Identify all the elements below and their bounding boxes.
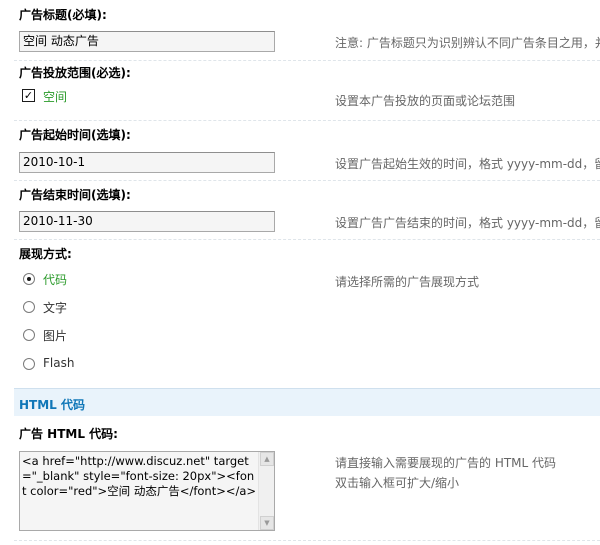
divider — [14, 60, 600, 61]
ad-title-input[interactable]: 空间 动态广告 — [19, 31, 275, 52]
ad-start-time-input[interactable]: 2010-10-1 — [19, 152, 275, 173]
display-mode-image-radio[interactable] — [23, 329, 35, 341]
html-code-hint-line1: 请直接输入需要展现的广告的 HTML 代码 — [335, 456, 557, 470]
ad-end-time-label: 广告结束时间(选填): — [19, 188, 131, 202]
divider — [14, 239, 600, 240]
html-code-value: <a href="http://www.discuz.net" target="… — [22, 454, 257, 498]
display-mode-text-radio[interactable] — [23, 301, 35, 313]
display-mode-code-label[interactable]: 代码 — [43, 271, 67, 288]
scope-space-label[interactable]: 空间 — [43, 88, 67, 105]
display-mode-code-radio[interactable] — [23, 273, 35, 285]
scroll-down-icon[interactable]: ▼ — [260, 516, 274, 530]
ad-end-time-hint: 设置广告广告结束的时间，格式 yyyy-mm-dd，留 — [335, 216, 600, 230]
divider — [14, 540, 600, 541]
display-mode-flash-label[interactable]: Flash — [43, 356, 74, 370]
html-code-textarea[interactable]: <a href="http://www.discuz.net" target="… — [19, 451, 275, 531]
ad-start-time-label: 广告起始时间(选填): — [19, 128, 131, 142]
ad-title-label: 广告标题(必填): — [19, 8, 107, 22]
divider — [14, 180, 600, 181]
html-code-label: 广告 HTML 代码: — [19, 427, 118, 441]
check-icon: ✓ — [23, 89, 34, 102]
html-section-header — [14, 388, 600, 416]
ad-start-time-hint: 设置广告起始生效的时间，格式 yyyy-mm-dd，留 — [335, 157, 600, 171]
display-mode-hint: 请选择所需的广告展现方式 — [335, 275, 480, 289]
ad-scope-label: 广告投放范围(必选): — [19, 66, 131, 80]
ad-scope-hint: 设置本广告投放的页面或论坛范围 — [335, 94, 516, 108]
display-mode-label: 展现方式: — [19, 247, 72, 261]
html-code-hint-line2: 双击输入框可扩大/缩小 — [335, 476, 460, 490]
ad-title-hint: 注意: 广告标题只为识别辨认不同广告条目之用，并 — [335, 36, 600, 50]
ad-end-time-input[interactable]: 2010-11-30 — [19, 211, 275, 232]
divider — [14, 120, 600, 121]
display-mode-flash-radio[interactable] — [23, 358, 35, 370]
scope-space-checkbox[interactable]: ✓ — [22, 89, 35, 102]
scroll-up-icon[interactable]: ▲ — [260, 452, 274, 466]
display-mode-image-label[interactable]: 图片 — [43, 327, 67, 344]
html-section-title: HTML 代码 — [19, 398, 85, 412]
display-mode-text-label[interactable]: 文字 — [43, 299, 67, 316]
textarea-scrollbar[interactable]: ▲ ▼ — [258, 452, 274, 530]
